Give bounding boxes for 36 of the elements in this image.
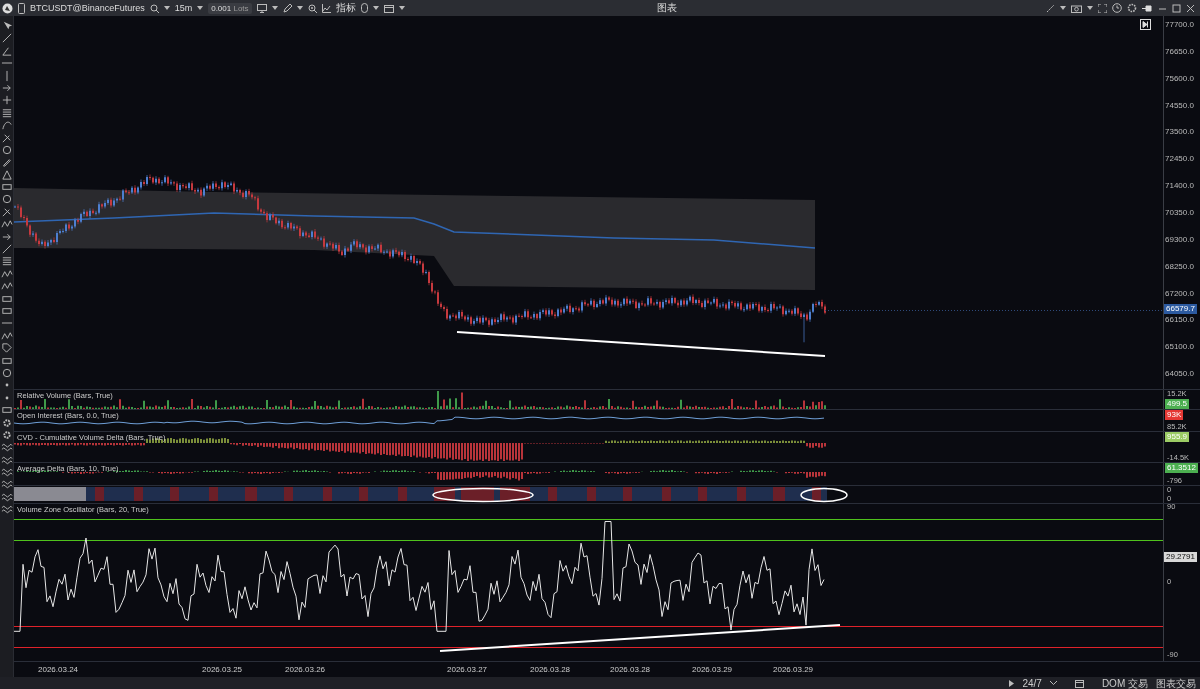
price-tick: 69300.0 bbox=[1165, 234, 1194, 244]
value-tag: 29.2791 bbox=[1164, 552, 1197, 562]
date-label: 2026.03.28 bbox=[610, 665, 651, 674]
interval-selector[interactable]: 15m bbox=[174, 3, 193, 13]
price-tick: 68250.0 bbox=[1165, 261, 1194, 271]
last-price-tag: 66579.7 bbox=[1164, 304, 1197, 314]
value-tag: 955.9 bbox=[1165, 432, 1190, 442]
value-tag: 93K bbox=[1165, 410, 1184, 420]
date-label: 2026.03.27 bbox=[447, 665, 488, 674]
symbol-selector[interactable]: BTCUSDT@BinanceFutures bbox=[30, 3, 145, 13]
chart-trading-button[interactable]: 图表交易 bbox=[1156, 677, 1196, 689]
price-tick: 65100.0 bbox=[1165, 342, 1194, 352]
date-label: 2026.03.29 bbox=[692, 665, 733, 674]
price-tick: 72450.0 bbox=[1165, 154, 1194, 164]
date-label: 2026.03.29 bbox=[773, 665, 814, 674]
date-label: 2026.03.26 bbox=[285, 665, 326, 674]
date-label: 2026.03.25 bbox=[202, 665, 243, 674]
indicators-button[interactable]: 指标 bbox=[335, 2, 356, 14]
price-tick: 70350.0 bbox=[1165, 207, 1194, 217]
price-tick: 74550.0 bbox=[1165, 100, 1194, 110]
date-label: 2026.03.28 bbox=[530, 665, 571, 674]
price-tick: 75600.0 bbox=[1165, 73, 1194, 83]
session-selector[interactable]: 24/7 bbox=[1022, 677, 1042, 689]
price-tick: 73500.0 bbox=[1165, 127, 1194, 137]
price-tick: 76650.0 bbox=[1165, 46, 1194, 56]
price-tick: 71400.0 bbox=[1165, 181, 1194, 191]
value-tag: 61.3512 bbox=[1165, 463, 1198, 473]
price-tick: 64050.0 bbox=[1165, 369, 1194, 379]
window-title: 图表 bbox=[657, 2, 677, 14]
dom-trading-button[interactable]: DOM 交易 bbox=[1101, 677, 1148, 689]
price-tick: 66150.0 bbox=[1165, 315, 1194, 325]
date-label: 2026.03.24 bbox=[38, 665, 79, 674]
price-tick: 77700.0 bbox=[1165, 20, 1194, 29]
quantity-field[interactable]: 0.001 Lots bbox=[208, 2, 252, 14]
value-tag: 499.5 bbox=[1165, 399, 1190, 409]
price-tick: 67200.0 bbox=[1165, 288, 1194, 298]
